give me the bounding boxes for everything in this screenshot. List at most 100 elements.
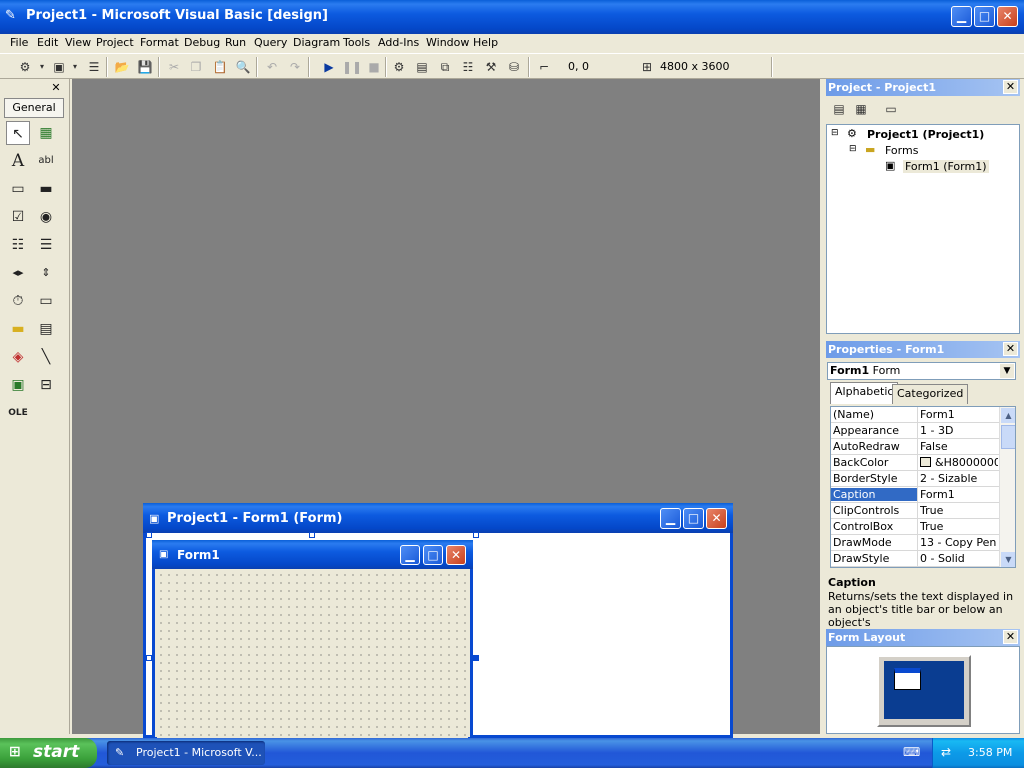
timer-icon[interactable]: ⏱: [6, 289, 30, 313]
ole-icon[interactable]: OLE: [6, 401, 30, 425]
tab-alphabetic[interactable]: Alphabetic: [830, 382, 899, 404]
save-project-icon[interactable]: 💾: [136, 58, 154, 76]
designer-maximize-button[interactable]: □: [683, 508, 704, 529]
undo-icon[interactable]: ↶: [263, 58, 281, 76]
property-value[interactable]: False: [920, 440, 998, 453]
toolbox-tab-general[interactable]: General: [4, 98, 64, 118]
menu-window[interactable]: Window: [426, 36, 469, 49]
resize-handle[interactable]: [473, 655, 479, 661]
properties-title[interactable]: Properties - Form1: [826, 341, 1020, 358]
collapse-icon[interactable]: ⊟: [849, 144, 857, 154]
property-value[interactable]: 13 - Copy Pen: [920, 536, 998, 549]
line-icon[interactable]: ╲: [34, 345, 58, 369]
form1-design-surface[interactable]: ▣ Form1 ▁ □ ✕: [152, 540, 473, 741]
find-icon[interactable]: 🔍: [234, 58, 252, 76]
menu-file[interactable]: File: [10, 36, 28, 49]
checkbox-icon[interactable]: ☑: [6, 205, 30, 229]
maximize-button[interactable]: □: [974, 6, 995, 27]
label-icon[interactable]: A: [6, 149, 30, 173]
menu-project[interactable]: Project: [96, 36, 134, 49]
tree-project-node[interactable]: Project1 (Project1): [867, 128, 984, 141]
menu-help[interactable]: Help: [473, 36, 498, 49]
combobox-icon[interactable]: ☷: [6, 233, 30, 257]
properties-window-icon[interactable]: ▤: [413, 58, 431, 76]
property-row[interactable]: Appearance 1 - 3D: [831, 423, 999, 439]
property-row[interactable]: (Name) Form1: [831, 407, 999, 423]
image-icon[interactable]: ▣: [6, 373, 30, 397]
keyboard-icon[interactable]: ⌨: [903, 745, 920, 759]
optionbutton-icon[interactable]: ◉: [34, 205, 58, 229]
end-icon[interactable]: ■: [365, 58, 383, 76]
form1-title-bar[interactable]: ▣ Form1 ▁ □ ✕: [152, 540, 473, 569]
add-project-icon[interactable]: ⚙: [16, 58, 34, 76]
start-run-icon[interactable]: ▶: [320, 58, 338, 76]
property-row[interactable]: DrawStyle 0 - Solid: [831, 551, 999, 567]
frame-icon[interactable]: ▭: [6, 177, 30, 201]
start-button[interactable]: ⊞ start: [0, 738, 97, 768]
menu-debug[interactable]: Debug: [184, 36, 220, 49]
toolbox-close-icon[interactable]: ✕: [49, 81, 63, 94]
form-position-preview[interactable]: [894, 668, 921, 690]
menu-format[interactable]: Format: [140, 36, 179, 49]
chevron-down-icon[interactable]: ▼: [1000, 364, 1014, 378]
property-row[interactable]: DrawMode 13 - Copy Pen: [831, 535, 999, 551]
project-explorer-icon[interactable]: ⚙: [390, 58, 408, 76]
data-icon[interactable]: ⊟: [34, 373, 58, 397]
add-form-dropdown-icon[interactable]: ▾: [66, 58, 84, 76]
minimize-button[interactable]: ▁: [951, 6, 972, 27]
form-layout-icon[interactable]: ⧉: [436, 58, 454, 76]
project-explorer-title[interactable]: Project - Project1: [826, 79, 1020, 96]
tab-categorized[interactable]: Categorized: [892, 384, 969, 404]
filelistbox-icon[interactable]: ▤: [34, 317, 58, 341]
menu-addins[interactable]: Add-Ins: [378, 36, 419, 49]
dirlistbox-icon[interactable]: ▬: [6, 317, 30, 341]
network-icon[interactable]: ⇄: [941, 745, 951, 759]
property-scrollbar[interactable]: ▲ ▼: [999, 407, 1015, 567]
property-value[interactable]: True: [920, 520, 998, 533]
resize-handle[interactable]: [473, 532, 479, 538]
tree-forms-folder[interactable]: Forms: [885, 144, 918, 157]
property-row-selected[interactable]: Caption Form1: [831, 487, 999, 503]
menu-run[interactable]: Run: [225, 36, 246, 49]
commandbutton-icon[interactable]: ▬: [34, 177, 58, 201]
clock[interactable]: 3:58 PM: [968, 746, 1012, 759]
textbox-icon[interactable]: abl: [34, 149, 58, 173]
cut-icon[interactable]: ✂: [165, 58, 183, 76]
property-value[interactable]: &H8000000F: [935, 456, 998, 469]
property-row[interactable]: AutoRedraw False: [831, 439, 999, 455]
view-object-icon[interactable]: ▦: [852, 100, 870, 118]
copy-icon[interactable]: ❐: [187, 58, 205, 76]
property-value[interactable]: 0 - Solid: [920, 552, 998, 565]
paste-icon[interactable]: 📋: [211, 58, 229, 76]
drivelistbox-icon[interactable]: ▭: [34, 289, 58, 313]
scroll-thumb[interactable]: [1001, 425, 1015, 449]
redo-icon[interactable]: ↷: [286, 58, 304, 76]
property-value[interactable]: 1 - 3D: [920, 424, 998, 437]
toggle-folders-icon[interactable]: ▭: [882, 100, 900, 118]
hscrollbar-icon[interactable]: ◂▸: [6, 261, 30, 285]
collapse-icon[interactable]: ⊟: [831, 128, 839, 138]
listbox-icon[interactable]: ☰: [34, 233, 58, 257]
resize-handle[interactable]: [146, 655, 152, 661]
property-row[interactable]: BorderStyle 2 - Sizable: [831, 471, 999, 487]
scroll-down-icon[interactable]: ▼: [1001, 552, 1015, 567]
object-browser-icon[interactable]: ☷: [459, 58, 477, 76]
scroll-up-icon[interactable]: ▲: [1001, 408, 1015, 423]
property-value[interactable]: Form1: [920, 488, 998, 501]
form1-close-button[interactable]: ✕: [446, 545, 466, 565]
property-row[interactable]: BackColor&H8000000F: [831, 455, 999, 471]
property-row[interactable]: ClipControls True: [831, 503, 999, 519]
designer-minimize-button[interactable]: ▁: [660, 508, 681, 529]
taskbar-vb-button[interactable]: ✎ Project1 - Microsoft V...: [107, 741, 265, 765]
data-view-icon[interactable]: ⛁: [505, 58, 523, 76]
form1-maximize-button[interactable]: □: [423, 545, 443, 565]
designer-close-button[interactable]: ✕: [706, 508, 727, 529]
break-icon[interactable]: ❚❚: [342, 58, 362, 76]
project-explorer-close-icon[interactable]: ✕: [1003, 80, 1018, 94]
resize-handle[interactable]: [309, 532, 315, 538]
property-value[interactable]: True: [920, 504, 998, 517]
object-selector[interactable]: Form1 Form ▼: [827, 362, 1016, 380]
menu-view[interactable]: View: [65, 36, 91, 49]
menu-editor-icon[interactable]: ☰: [85, 58, 103, 76]
form1-minimize-button[interactable]: ▁: [400, 545, 420, 565]
